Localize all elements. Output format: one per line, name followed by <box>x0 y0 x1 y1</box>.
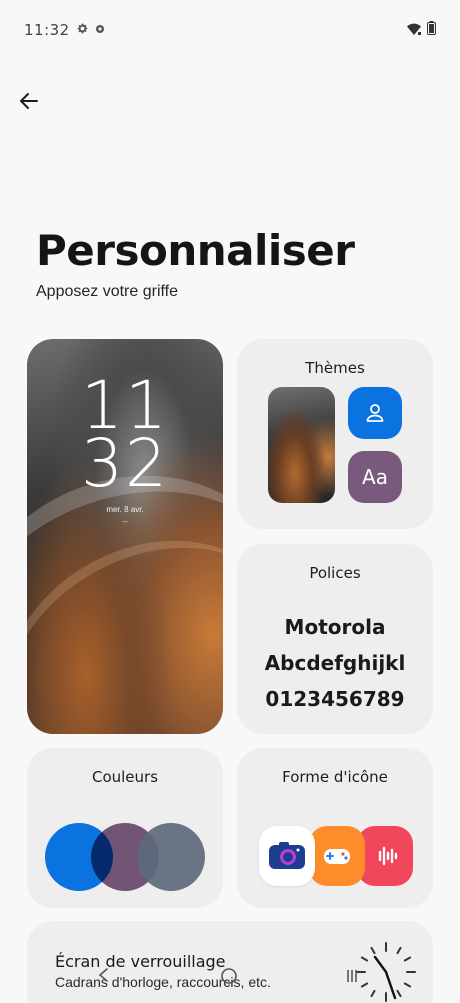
game-controller-icon <box>309 826 365 886</box>
settings-gear-icon <box>76 22 89 39</box>
lock-screen-preview-card[interactable]: 11 32 mer. 8 avr. -- <box>27 339 223 734</box>
theme-wallpaper-thumbnail <box>268 387 335 503</box>
arrow-left-icon <box>20 93 38 109</box>
theme-font-sample: Aa <box>348 451 402 503</box>
nav-recents-icon <box>347 970 357 982</box>
battery-icon <box>427 21 436 39</box>
nav-recents-button[interactable] <box>346 968 362 989</box>
nav-home-button[interactable] <box>220 967 238 990</box>
wifi-icon <box>407 21 421 39</box>
themes-card[interactable]: Thèmes Aa <box>237 339 433 529</box>
font-sample-name: Motorola <box>284 615 386 639</box>
back-button[interactable] <box>14 86 44 116</box>
themes-title: Thèmes <box>305 359 365 377</box>
person-icon <box>366 404 384 422</box>
fonts-title: Polices <box>309 564 361 582</box>
status-bar: 11:32 <box>0 0 460 60</box>
font-sample-digits: 0123456789 <box>265 687 405 711</box>
font-sample-aa: Aa <box>362 465 388 489</box>
page-subtitle: Apposez votre griffe <box>36 283 179 300</box>
icon-shape-card[interactable]: Forme d'icône <box>237 748 433 908</box>
status-time: 11:32 <box>24 21 70 39</box>
page-title: Personnaliser <box>36 226 355 275</box>
nav-back-icon <box>98 968 108 982</box>
navigation-bar <box>0 965 460 1003</box>
notification-dot-icon <box>95 23 105 38</box>
nav-back-button[interactable] <box>96 967 110 988</box>
voice-recorder-icon <box>357 826 413 886</box>
colors-card[interactable]: Couleurs <box>27 748 223 908</box>
color-swatch-slate <box>137 823 205 891</box>
theme-icon-sample <box>348 387 402 439</box>
colors-title: Couleurs <box>91 768 159 786</box>
lock-date-dash: -- <box>122 517 128 526</box>
lock-date: mer. 8 avr. <box>106 505 144 514</box>
font-sample-letters: Abcdefghijkl <box>264 651 406 675</box>
fonts-card[interactable]: Polices Motorola Abcdefghijkl 0123456789 <box>237 544 433 734</box>
icon-shape-title: Forme d'icône <box>282 768 388 786</box>
nav-home-icon <box>221 968 237 984</box>
lock-clock-minute: 32 <box>81 425 169 502</box>
camera-icon <box>259 826 315 886</box>
